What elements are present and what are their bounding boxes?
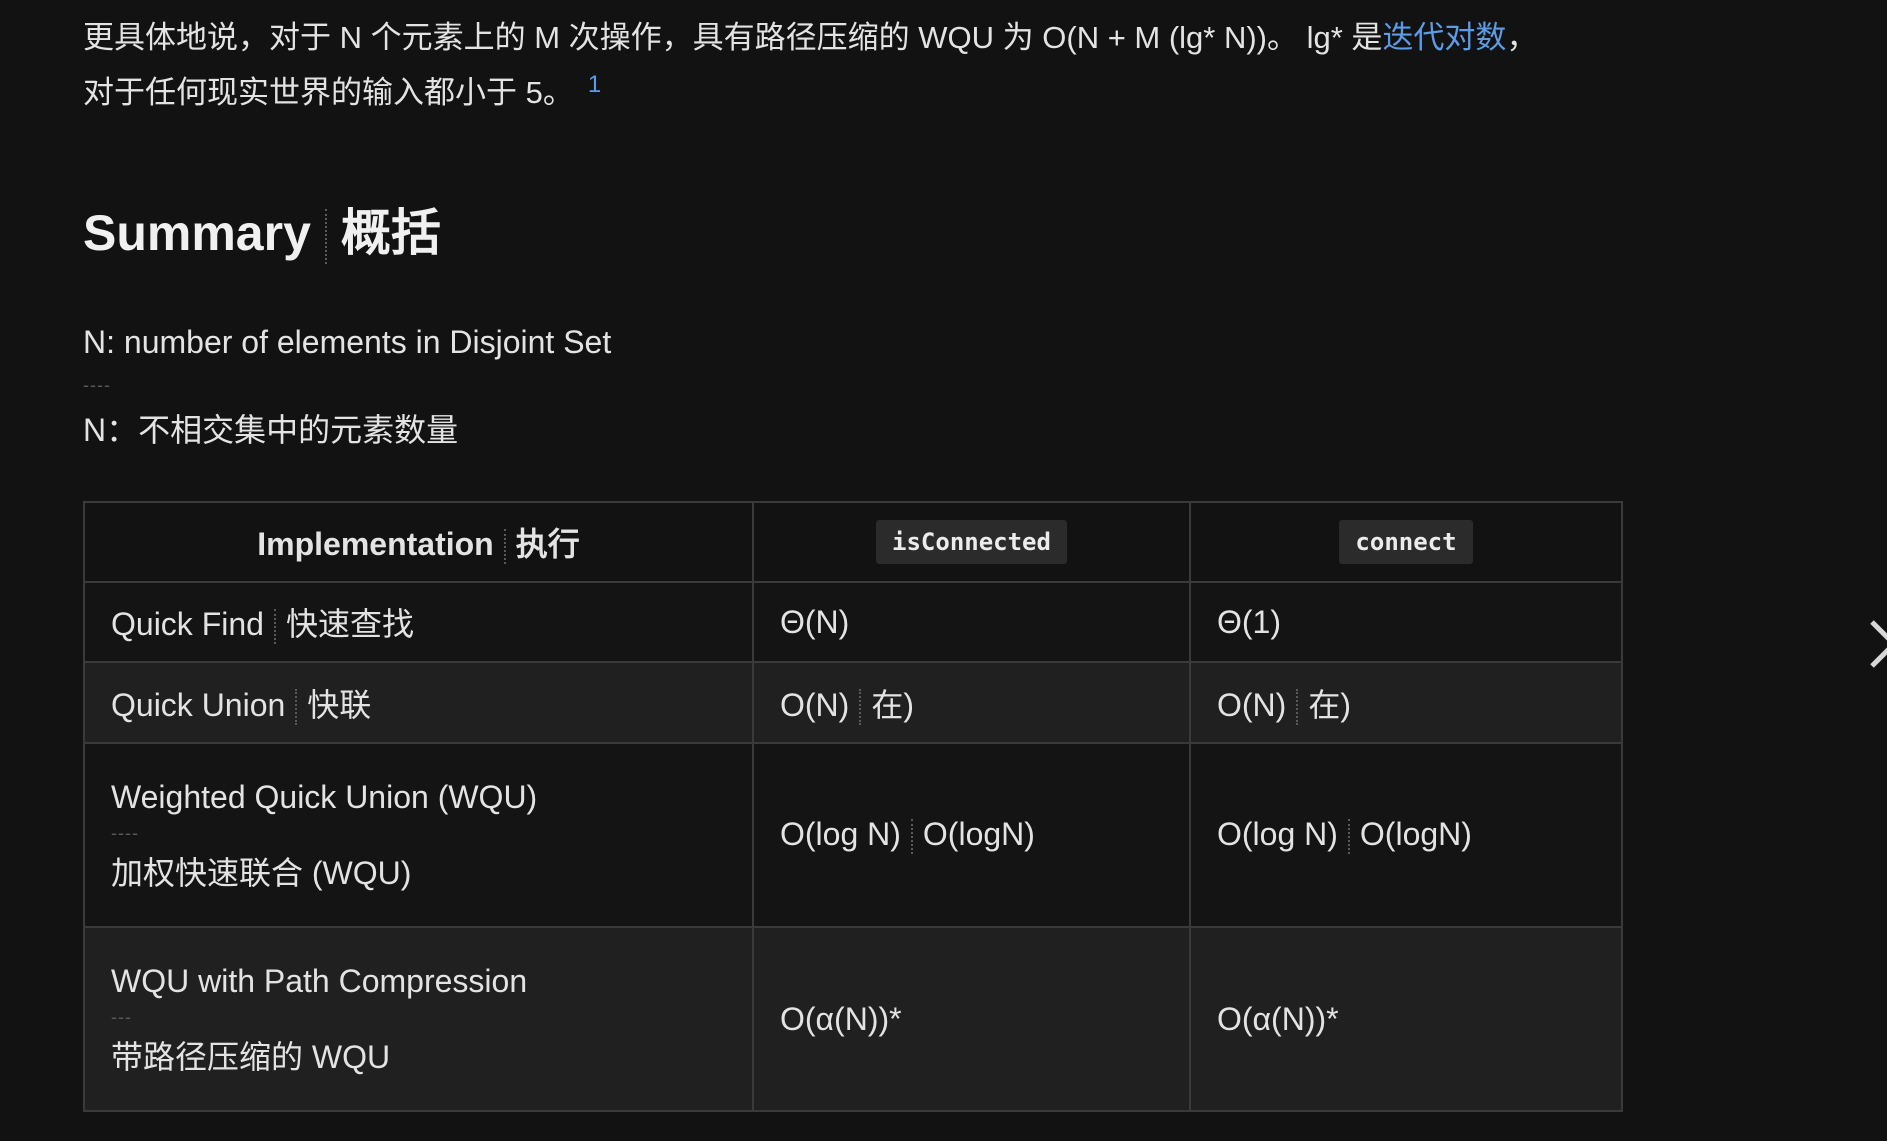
value-zh: O(logN) <box>922 815 1035 852</box>
isconnected-cell: O(α(N))* <box>752 926 1191 1112</box>
cell-separator <box>859 689 862 725</box>
table-row: Quick Find 快速查找 Θ(N) Θ(1) <box>83 581 1623 663</box>
cell-separator <box>295 689 298 725</box>
definition-zh: N：不相交集中的元素数量 <box>83 412 459 448</box>
impl-zh: 加权快速联合 (WQU) <box>111 855 412 891</box>
connect-cell: O(α(N))* <box>1189 926 1623 1112</box>
definition-en: N: number of elements in Disjoint Set <box>83 324 612 360</box>
cell-separator <box>273 608 276 645</box>
chevron-right-shape <box>1870 620 1887 668</box>
footnote-ref[interactable]: 1 <box>588 71 601 98</box>
intro-comma: ， <box>1506 20 1538 55</box>
cell-separator <box>1296 689 1299 725</box>
chevron-right-icon[interactable] <box>1868 618 1887 670</box>
value-en: O(N) <box>1217 686 1287 723</box>
summary-heading-en: Summary <box>83 205 311 261</box>
header-implementation-en: Implementation <box>257 526 494 562</box>
value-en: O(log N) <box>780 815 901 852</box>
impl-cell: WQU with Path Compression --- 带路径压缩的 WQU <box>83 926 754 1112</box>
value-zh: O(logN) <box>1359 815 1472 852</box>
value-en: O(N) <box>780 686 850 723</box>
header-separator <box>503 528 506 565</box>
value-en: O(log N) <box>1217 815 1338 852</box>
intro-text: 更具体地说，对于 N 个元素上的 M 次操作，具有路径压缩的 WQU 为 O(N… <box>83 20 1383 55</box>
isconnected-code: isConnected <box>876 520 1067 564</box>
impl-en: WQU with Path Compression <box>111 963 528 999</box>
table-row: Weighted Quick Union (WQU) ---- 加权快速联合 (… <box>83 742 1623 928</box>
isconnected-cell: O(N) 在) <box>752 661 1191 744</box>
intro-line2: 对于任何现实世界的输入都小于 5。 <box>83 75 574 110</box>
summary-heading-zh: 概括 <box>340 205 441 261</box>
connect-cell: O(N) 在) <box>1189 661 1623 744</box>
summary-heading: Summary 概括 <box>83 198 441 268</box>
intro-paragraph: 更具体地说，对于 N 个元素上的 M 次操作，具有路径压缩的 WQU 为 O(N… <box>83 10 1623 120</box>
connect-cell: O(log N) O(logN) <box>1189 742 1623 928</box>
isconnected-cell: O(log N) O(logN) <box>752 742 1191 928</box>
impl-zh: 快联 <box>307 686 372 723</box>
impl-zh: 带路径压缩的 WQU <box>111 1039 391 1075</box>
impl-separator: ---- <box>111 823 139 843</box>
complexity-table: Implementation 执行 isConnected connect Qui… <box>83 501 1623 1112</box>
impl-cell: Quick Union 快联 <box>83 661 754 744</box>
impl-cell: Weighted Quick Union (WQU) ---- 加权快速联合 (… <box>83 742 754 928</box>
table-row: WQU with Path Compression --- 带路径压缩的 WQU… <box>83 926 1623 1112</box>
header-implementation: Implementation 执行 <box>83 501 754 583</box>
connect-code: connect <box>1339 520 1473 564</box>
iterated-log-link[interactable]: 迭代对数 <box>1382 20 1506 55</box>
impl-en: Quick Find <box>111 606 264 642</box>
header-connect: connect <box>1189 501 1623 583</box>
definition-separator: ---- <box>83 375 111 395</box>
impl-en: Quick Union <box>111 686 286 723</box>
header-implementation-zh: 执行 <box>515 526 580 562</box>
header-isconnected: isConnected <box>752 501 1191 583</box>
impl-en: Weighted Quick Union (WQU) <box>111 779 538 815</box>
cell-separator <box>910 818 913 855</box>
cell-separator <box>1347 818 1350 855</box>
heading-separator <box>324 209 327 265</box>
table-header-row: Implementation 执行 isConnected connect <box>83 501 1623 583</box>
impl-cell: Quick Find 快速查找 <box>83 581 754 663</box>
table-row: Quick Union 快联 O(N) 在) O(N) 在) <box>83 661 1623 744</box>
isconnected-cell: Θ(N) <box>752 581 1191 663</box>
impl-separator: --- <box>111 1007 132 1027</box>
value-zh: 在) <box>1308 686 1351 723</box>
connect-cell: Θ(1) <box>1189 581 1623 663</box>
value-zh: 在) <box>871 686 914 723</box>
impl-zh: 快速查找 <box>285 606 414 642</box>
